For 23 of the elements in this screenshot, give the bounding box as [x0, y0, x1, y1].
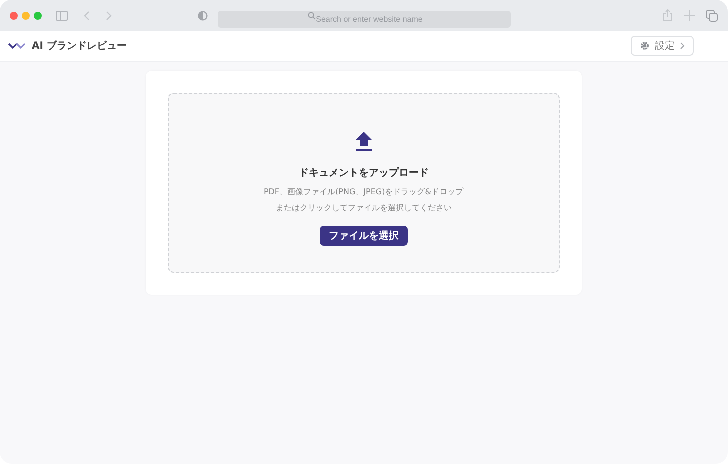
tabs-icon[interactable] — [706, 10, 718, 22]
search-icon — [308, 12, 316, 20]
address-field[interactable]: Search or enter website name — [218, 11, 511, 28]
app-title: AI ブランドレビュー — [32, 40, 127, 53]
settings-icon — [640, 41, 650, 51]
upload-heading: ドキュメントをアップロード — [299, 166, 429, 180]
sidebar-icon[interactable] — [56, 10, 68, 20]
close-window-dot[interactable] — [10, 12, 18, 20]
upload-description: またはクリックしてファイルを選択してください — [276, 203, 452, 214]
upload-icon — [356, 132, 372, 152]
contrast-icon[interactable] — [198, 10, 208, 20]
back-icon[interactable] — [84, 10, 90, 20]
chevron-icon — [680, 42, 685, 50]
plus-icon[interactable] — [684, 10, 695, 21]
drop-zone[interactable]: ドキュメントをアップロード PDF、画像ファイル(PNG、JPEG)をドラッグ&ドロップ またはクリックしてファイルを選択してください ファイルを選択 — [168, 93, 560, 273]
forward-icon[interactable] — [106, 10, 112, 20]
upload-description: PDF、画像ファイル(PNG、JPEG)をドラッグ&ドロップ — [264, 186, 464, 198]
settings-button[interactable]: 設定 — [631, 36, 694, 56]
minimize-window-dot[interactable] — [22, 12, 30, 20]
share-icon[interactable] — [663, 9, 673, 22]
zoom-window-dot[interactable] — [34, 12, 42, 20]
choose-file-button[interactable]: ファイルを選択 — [320, 226, 408, 246]
logo-icon — [8, 42, 26, 50]
